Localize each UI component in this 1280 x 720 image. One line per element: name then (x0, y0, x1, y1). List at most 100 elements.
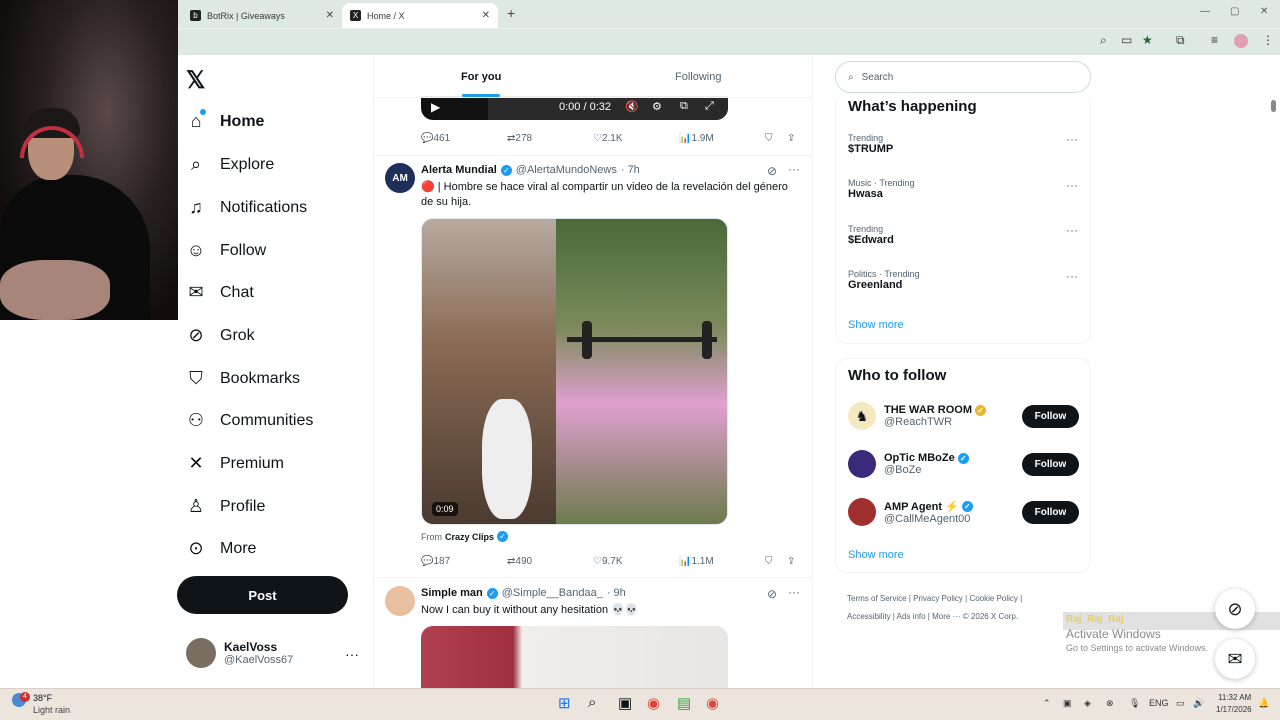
reply-button[interactable]: 💬 461 (421, 133, 450, 144)
browser-menu-icon[interactable]: ⋮ (1262, 33, 1274, 47)
avatar[interactable] (385, 586, 415, 616)
tweet-time[interactable]: · 7h (621, 164, 640, 176)
views-button[interactable]: 📊 1.1M (679, 556, 714, 567)
notification-bell-icon[interactable]: 🔔 (1258, 698, 1269, 709)
show-more-link[interactable]: Show more (848, 319, 904, 331)
footer-link[interactable]: Terms of Service (847, 594, 907, 603)
follow-suggestion[interactable]: AMP Agent ⚡ ✓ @CallMeAgent00 (848, 498, 973, 526)
play-icon[interactable]: ▶ (431, 100, 440, 114)
nav-item-notifications[interactable]: ♫ Notifications (186, 197, 307, 218)
like-button[interactable]: ♡ 2.1K (593, 133, 623, 144)
tweet-author-handle[interactable]: @Simple__Bandaa_ (502, 587, 603, 599)
post-button[interactable]: Post (177, 576, 348, 614)
network-icon[interactable]: ▭ (1176, 698, 1185, 709)
volume-icon[interactable]: 🔊 (1193, 698, 1204, 709)
avatar[interactable]: AM (385, 163, 415, 193)
footer-link[interactable]: Privacy Policy (913, 594, 963, 603)
bookmark-icon[interactable]: ⛉ (765, 133, 773, 144)
search-input[interactable]: ⌕ Search (835, 61, 1091, 93)
share-icon[interactable]: ⇪ (787, 556, 795, 567)
microphone-icon[interactable]: 🎙 (1129, 698, 1140, 709)
follow-button[interactable]: Follow (1022, 453, 1079, 476)
tweet-image[interactable] (421, 626, 728, 688)
pip-icon[interactable]: ⧉ (680, 100, 688, 113)
footer-link[interactable]: Cookie Policy (969, 594, 1017, 603)
settings-gear-icon[interactable]: ⚙ (652, 100, 662, 113)
address-bar[interactable] (178, 28, 1280, 55)
trend-item[interactable]: Trending $TRUMP (848, 133, 893, 155)
account-more-icon[interactable]: ··· (345, 646, 359, 662)
tweet-author-handle[interactable]: @AlertaMundoNews (516, 164, 617, 176)
tab-for-you[interactable]: For you (461, 71, 501, 83)
more-icon[interactable]: ··· (788, 162, 800, 176)
fullscreen-icon[interactable]: ⤢ (705, 100, 714, 113)
browser-tab-botrix[interactable]: b BotRix | Giveaways ✕ (182, 3, 342, 28)
scrollbar-thumb[interactable] (1271, 100, 1276, 112)
tweet-author-name[interactable]: Simple man (421, 587, 483, 599)
nav-item-bookmarks[interactable]: ⛉ Bookmarks (186, 368, 300, 389)
close-tab-icon[interactable]: ✕ (326, 10, 334, 21)
follow-button[interactable]: Follow (1022, 405, 1079, 428)
grok-icon[interactable]: ⊘ (767, 587, 777, 601)
tray-app-icon[interactable]: ⊗ (1106, 698, 1114, 709)
nav-item-follow[interactable]: ☺ Follow (186, 240, 266, 261)
nav-item-explore[interactable]: ⌕ Explore (186, 154, 274, 175)
footer-link[interactable]: More ··· (932, 612, 960, 621)
reading-list-icon[interactable]: ≡ (1211, 33, 1218, 47)
chrome-profile-icon[interactable]: ◉ (706, 694, 719, 712)
tweet-author-name[interactable]: Alerta Mundial (421, 164, 497, 176)
follow-suggestion[interactable]: ♞ THE WAR ROOM ✓ @ReachTWR (848, 402, 986, 430)
footer-link[interactable]: Ads info (897, 612, 926, 621)
trend-more-icon[interactable]: ··· (1066, 269, 1078, 283)
repost-button[interactable]: ⇄ 490 (507, 556, 532, 567)
show-more-link[interactable]: Show more (848, 549, 904, 561)
trend-item[interactable]: Politics · Trending Greenland (848, 269, 920, 291)
follow-button[interactable]: Follow (1022, 501, 1079, 524)
grok-float-button[interactable]: ⊘ (1215, 589, 1255, 629)
trend-item[interactable]: Trending $Edward (848, 224, 894, 246)
tweet-time[interactable]: · 9h (607, 587, 626, 599)
trend-more-icon[interactable]: ··· (1066, 132, 1078, 146)
tray-chevron-icon[interactable]: ⌃ (1043, 698, 1051, 709)
bookmark-star-icon[interactable]: ★ (1142, 33, 1153, 47)
tray-app-icon[interactable]: ▣ (1063, 698, 1072, 709)
chrome-icon[interactable]: ◉ (647, 694, 660, 712)
browser-tab-home-x[interactable]: X Home / X ✕ (342, 3, 498, 28)
tab-following[interactable]: Following (675, 71, 721, 83)
clock-date[interactable]: 1/17/2026 (1216, 705, 1252, 714)
clock-time[interactable]: 11:32 AM (1218, 693, 1251, 702)
nav-item-chat[interactable]: ✉ Chat (186, 282, 253, 303)
footer-link[interactable]: Accessibility (847, 612, 891, 621)
follow-suggestion[interactable]: OpTic MBoZe ✓ @BoZe (848, 450, 969, 478)
nav-item-home[interactable]: ⌂ Home (186, 109, 264, 132)
trend-more-icon[interactable]: ··· (1066, 178, 1078, 192)
repost-button[interactable]: ⇄ 278 (507, 133, 532, 144)
windows-start-icon[interactable]: ⊞ (558, 694, 571, 712)
account-switcher[interactable]: KaelVoss @KaelVoss67 (186, 638, 293, 668)
tray-app-icon[interactable]: ◈ (1084, 698, 1091, 709)
minimize-button[interactable]: — (1200, 6, 1210, 17)
trend-more-icon[interactable]: ··· (1066, 223, 1078, 237)
trend-item[interactable]: Music · Trending Hwasa (848, 178, 915, 200)
close-tab-icon[interactable]: ✕ (482, 10, 490, 21)
cast-icon[interactable]: ▭ (1121, 33, 1132, 47)
extensions-icon[interactable]: ⧉ (1176, 33, 1185, 48)
source-name[interactable]: Crazy Clips (445, 532, 494, 542)
video-controls[interactable]: ▶ 0:00 / 0:32 🔇 ⚙ ⧉ ⤢ (421, 96, 728, 120)
new-tab-button[interactable]: + (507, 5, 515, 21)
x-logo[interactable]: 𝕏 (186, 66, 205, 95)
close-window-button[interactable]: ✕ (1260, 6, 1268, 17)
nav-item-profile[interactable]: ♙ Profile (186, 496, 265, 517)
nav-item-communities[interactable]: ⚇ Communities (186, 410, 313, 431)
task-view-icon[interactable]: ▣ (618, 694, 632, 712)
like-button[interactable]: ♡ 9.7K (593, 556, 623, 567)
reply-button[interactable]: 💬 187 (421, 556, 450, 567)
mute-icon[interactable]: 🔇 (625, 100, 639, 113)
zoom-icon[interactable]: ⌕ (1100, 33, 1107, 48)
language-indicator[interactable]: ENG (1149, 698, 1169, 708)
maximize-button[interactable]: ▢ (1230, 6, 1239, 17)
tweet-video[interactable]: 0:09 (421, 218, 728, 525)
taskbar-search-icon[interactable]: ⌕ (588, 694, 596, 711)
notepad-icon[interactable]: ▤ (677, 694, 691, 712)
nav-item-premium[interactable]: ✕ Premium (186, 453, 284, 474)
